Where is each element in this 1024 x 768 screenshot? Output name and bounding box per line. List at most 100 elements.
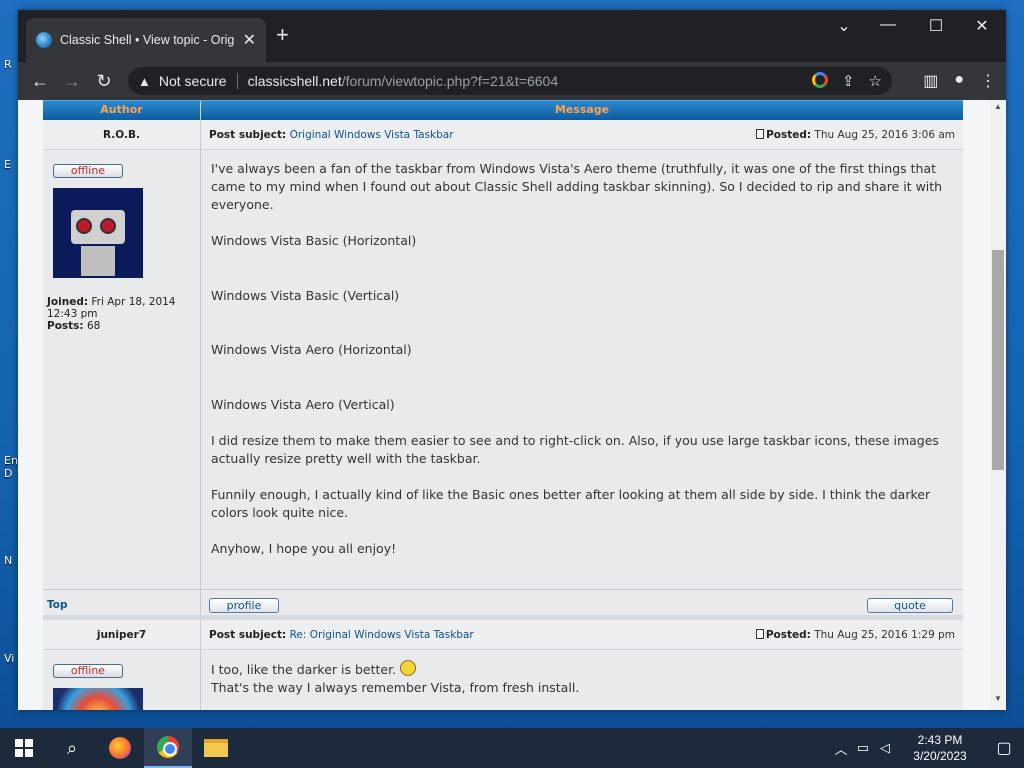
divider: [236, 73, 238, 89]
address-bar[interactable]: ▲ Not secure classicshell.net /forum/vie…: [128, 67, 892, 95]
browser-window: Classic Shell • View topic - Origin ✕ + …: [18, 10, 1006, 710]
post-paragraph: Anyhow, I hope you all enjoy!: [211, 541, 397, 556]
author-stats: Joined: Fri Apr 18, 2014 12:43 pm Posts:…: [47, 296, 200, 332]
post-subject: Post subject: Re: Original Windows Vista…: [201, 629, 756, 641]
status-badge: offline: [53, 664, 123, 678]
post-author: juniper7: [43, 619, 201, 650]
bookmark-star-icon[interactable]: ☆: [869, 72, 882, 90]
folder-icon: [204, 739, 228, 757]
page-content: Author Message R.O.B. Post subject: Orig…: [18, 100, 1006, 710]
table-header: Author Message: [43, 100, 963, 120]
url-path[interactable]: /forum/viewtopic.php?f=21&t=6604: [342, 73, 558, 89]
title-bar: Classic Shell • View topic - Origin ✕ + …: [18, 10, 1006, 62]
robot-eye: [100, 218, 116, 234]
scrollbar[interactable]: ▲ ▼: [990, 100, 1006, 710]
network-icon[interactable]: ▭: [852, 740, 874, 756]
minimize-button[interactable]: —: [870, 16, 906, 34]
posts-label: Posts:: [47, 320, 84, 332]
desktop-icon-label[interactable]: N: [4, 554, 18, 567]
post-body: I've always been a fan of the taskbar fr…: [201, 150, 963, 589]
image-caption: Windows Vista Aero (Vertical): [211, 397, 395, 412]
back-button[interactable]: ←: [24, 71, 56, 92]
clock-time: 2:43 PM: [917, 733, 963, 747]
avatar: [53, 188, 143, 278]
scroll-thumb[interactable]: [992, 250, 1004, 470]
subject-label: Post subject:: [209, 628, 287, 641]
desktop-icon-label[interactable]: E: [4, 158, 18, 171]
close-tab-icon[interactable]: ✕: [243, 30, 256, 50]
post-line: That's the way I always remember Vista, …: [211, 680, 580, 695]
image-caption: Windows Vista Basic (Horizontal): [211, 233, 417, 248]
globe-icon: [36, 32, 52, 48]
warning-icon[interactable]: ▲: [138, 74, 151, 89]
post-subject-bar: juniper7 Post subject: Re: Original Wind…: [43, 619, 963, 650]
desktop-icon-label[interactable]: Vi: [4, 652, 18, 665]
scroll-up-arrow-icon[interactable]: ▲: [990, 102, 1006, 116]
start-button[interactable]: [0, 728, 48, 768]
not-secure-label[interactable]: Not secure: [159, 73, 227, 89]
header-message: Message: [554, 103, 610, 116]
desktop-icon-label[interactable]: En D: [4, 454, 18, 480]
clock-date: 3/20/2023: [913, 749, 967, 763]
chrome-icon: [157, 736, 179, 758]
forum-topic: Author Message R.O.B. Post subject: Orig…: [43, 100, 963, 710]
subject-link[interactable]: Re: Original Windows Vista Taskbar: [290, 629, 474, 641]
browser-toolbar: ← → ↻ ▲ Not secure classicshell.net /for…: [18, 62, 1006, 100]
post-line: I too, like the darker is better.: [211, 660, 955, 679]
share-icon[interactable]: ⇪: [842, 72, 855, 90]
author-profile: offline: [43, 650, 201, 710]
notification-icon[interactable]: ▢: [984, 738, 1024, 758]
posts-value: 68: [86, 320, 101, 332]
posted-value: Thu Aug 25, 2016 3:06 am: [814, 128, 955, 141]
post-date: Posted: Thu Aug 25, 2016 1:29 pm: [755, 628, 963, 641]
quote-button[interactable]: quote: [867, 598, 953, 613]
volume-muted-icon[interactable]: ◁: [874, 740, 896, 756]
post-row: offline I too, like the darker is better…: [43, 650, 963, 710]
robot-body: [81, 246, 115, 276]
top-link[interactable]: Top: [43, 590, 201, 615]
url-host[interactable]: classicshell.net: [248, 73, 342, 89]
post-text: I too, like the darker is better.: [211, 662, 397, 677]
taskbar-chrome[interactable]: [144, 728, 192, 768]
taskbar-firefox[interactable]: [96, 728, 144, 768]
subject-label: Post subject:: [209, 128, 287, 141]
chevron-up-icon[interactable]: ︿: [830, 739, 852, 758]
taskbar-file-explorer[interactable]: [192, 728, 240, 768]
menu-icon[interactable]: ⋮: [980, 71, 996, 91]
new-tab-button[interactable]: +: [276, 24, 289, 46]
post-subject-bar: R.O.B. Post subject: Original Windows Vi…: [43, 119, 963, 150]
clock[interactable]: 2:43 PM 3/20/2023: [904, 732, 976, 764]
google-icon[interactable]: [811, 72, 828, 88]
system-tray: ︿ ▭ ◁ 2:43 PM 3/20/2023 ▢: [830, 732, 1024, 764]
joined-label: Joined:: [47, 296, 89, 308]
maximize-button[interactable]: ☐: [918, 16, 954, 36]
post-paragraph: Funnily enough, I actually kind of like …: [211, 487, 931, 520]
firefox-icon: [109, 737, 131, 759]
tab-title: Classic Shell • View topic - Origin: [60, 33, 235, 47]
profile-icon[interactable]: ●: [954, 71, 964, 91]
reload-button[interactable]: ↻: [88, 71, 120, 92]
post-date: Posted: Thu Aug 25, 2016 3:06 am: [756, 128, 963, 141]
posted-label: Posted:: [766, 128, 812, 141]
post-icon[interactable]: [756, 128, 765, 139]
robot-head: [71, 210, 125, 244]
profile-button[interactable]: profile: [209, 598, 279, 613]
omnibox-actions: ⇪ ☆: [811, 72, 882, 90]
scroll-down-arrow-icon[interactable]: ▼: [990, 694, 1006, 708]
side-panel-icon[interactable]: ▥: [923, 71, 938, 91]
forward-button[interactable]: →: [56, 71, 88, 92]
browser-tab[interactable]: Classic Shell • View topic - Origin ✕: [26, 18, 266, 62]
post-row: offline Joined: Fri Apr 18, 2014 12:43 p…: [43, 150, 963, 590]
author-profile: offline Joined: Fri Apr 18, 2014 12:43 p…: [43, 150, 201, 589]
desktop-icon-label[interactable]: R: [4, 58, 18, 71]
taskbar: ⌕ ︿ ▭ ◁ 2:43 PM 3/20/2023 ▢: [0, 728, 1024, 768]
close-window-button[interactable]: ✕: [964, 16, 1000, 36]
search-button[interactable]: ⌕: [48, 728, 96, 768]
post-icon[interactable]: [755, 628, 764, 639]
tab-search-icon[interactable]: ⌄: [826, 16, 862, 36]
post-paragraph: I've always been a fan of the taskbar fr…: [211, 161, 943, 212]
post-author: R.O.B.: [43, 119, 201, 150]
image-caption: Windows Vista Basic (Vertical): [211, 288, 400, 303]
subject-link[interactable]: Original Windows Vista Taskbar: [290, 129, 454, 141]
header-author: Author: [43, 101, 201, 120]
